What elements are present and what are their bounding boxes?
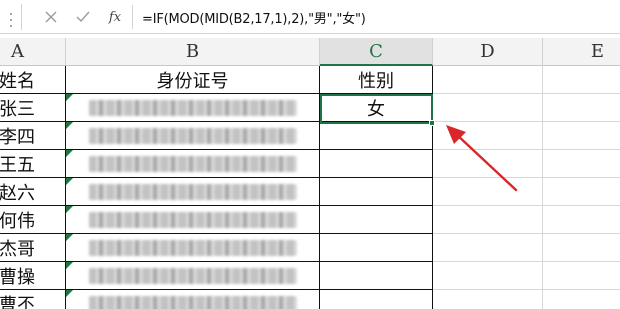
cell-d[interactable] bbox=[433, 290, 543, 309]
redacted-id-number bbox=[88, 239, 297, 256]
cell-id-number[interactable] bbox=[66, 234, 320, 262]
cell-gender[interactable] bbox=[320, 150, 433, 178]
redacted-id-number bbox=[88, 211, 297, 228]
formula-input[interactable]: =IF(MOD(MID(B2,17,1),2),"男","女") bbox=[142, 8, 366, 27]
cell-name[interactable]: 王五 bbox=[0, 150, 66, 178]
close-icon bbox=[45, 11, 57, 23]
cell-e[interactable] bbox=[543, 262, 620, 290]
cell-name[interactable]: 曹丕 bbox=[0, 290, 66, 309]
cell-gender[interactable] bbox=[320, 262, 433, 290]
name-box[interactable] bbox=[0, 4, 22, 30]
check-icon bbox=[76, 11, 90, 23]
error-indicator-icon bbox=[66, 262, 73, 269]
redacted-id-number bbox=[88, 267, 297, 284]
cell-e[interactable] bbox=[543, 234, 620, 262]
column-header-d[interactable]: D bbox=[433, 38, 543, 66]
insert-function-button[interactable]: fx bbox=[102, 6, 128, 28]
cancel-button[interactable] bbox=[38, 6, 64, 28]
column-header-c[interactable]: C bbox=[320, 38, 433, 66]
column-header-b[interactable]: B bbox=[66, 38, 320, 66]
error-indicator-icon bbox=[66, 234, 73, 241]
fx-icon: fx bbox=[108, 9, 122, 25]
table-row: 曹操 bbox=[0, 262, 620, 290]
table-row: 何伟 bbox=[0, 206, 620, 234]
cell-b1[interactable]: 身份证号 bbox=[66, 66, 320, 94]
cell-gender[interactable] bbox=[320, 206, 433, 234]
formula-bar: fx =IF(MOD(MID(B2,17,1),2),"男","女") bbox=[0, 0, 620, 34]
cell-e[interactable] bbox=[543, 290, 620, 309]
cell-e[interactable] bbox=[543, 206, 620, 234]
cell-c1[interactable]: 性别 bbox=[320, 66, 433, 94]
cell-gender[interactable] bbox=[320, 122, 433, 150]
cell-name[interactable]: 杰哥 bbox=[0, 234, 66, 262]
table-row: 张三 女 bbox=[0, 94, 620, 122]
table-row: 杰哥 bbox=[0, 234, 620, 262]
redacted-id-number bbox=[88, 183, 297, 200]
enter-button[interactable] bbox=[70, 6, 96, 28]
spreadsheet-grid: A B C D E 姓名 身份证号 性别 张三 女 李四 王五 赵六 何伟 杰哥… bbox=[0, 34, 620, 309]
cell-gender[interactable]: 女 bbox=[320, 94, 433, 122]
error-indicator-icon bbox=[66, 94, 73, 101]
cell-id-number[interactable] bbox=[66, 94, 320, 122]
cell-d[interactable] bbox=[433, 206, 543, 234]
cell-e[interactable] bbox=[543, 94, 620, 122]
cell-name[interactable]: 何伟 bbox=[0, 206, 66, 234]
cell-e[interactable] bbox=[543, 150, 620, 178]
redacted-id-number bbox=[88, 127, 297, 144]
cell-d1[interactable] bbox=[433, 66, 543, 94]
redacted-id-number bbox=[88, 99, 297, 116]
cell-id-number[interactable] bbox=[66, 206, 320, 234]
cell-id-number[interactable] bbox=[66, 178, 320, 206]
cell-gender[interactable] bbox=[320, 178, 433, 206]
error-indicator-icon bbox=[66, 206, 73, 213]
cell-a1[interactable]: 姓名 bbox=[0, 66, 66, 94]
cell-id-number[interactable] bbox=[66, 262, 320, 290]
cell-e[interactable] bbox=[543, 178, 620, 206]
redacted-id-number bbox=[88, 295, 297, 309]
table-header-row: 姓名 身份证号 性别 bbox=[0, 66, 620, 94]
error-indicator-icon bbox=[66, 150, 73, 157]
cell-gender[interactable] bbox=[320, 234, 433, 262]
formula-bar-divider bbox=[132, 5, 133, 29]
column-header-e[interactable]: E bbox=[543, 38, 620, 66]
cell-d[interactable] bbox=[433, 94, 543, 122]
cell-id-number[interactable] bbox=[66, 150, 320, 178]
redacted-id-number bbox=[88, 155, 297, 172]
cell-d[interactable] bbox=[433, 234, 543, 262]
error-indicator-icon bbox=[66, 290, 73, 297]
cell-id-number[interactable] bbox=[66, 290, 320, 309]
resize-dots-icon[interactable] bbox=[10, 13, 14, 29]
cell-e1[interactable] bbox=[543, 66, 620, 94]
error-indicator-icon bbox=[66, 178, 73, 185]
column-header-a[interactable]: A bbox=[0, 38, 66, 66]
cell-name[interactable]: 张三 bbox=[0, 94, 66, 122]
cell-name[interactable]: 赵六 bbox=[0, 178, 66, 206]
error-indicator-icon bbox=[66, 122, 73, 129]
cell-name[interactable]: 李四 bbox=[0, 122, 66, 150]
red-arrow-icon bbox=[446, 125, 518, 192]
cell-id-number[interactable] bbox=[66, 122, 320, 150]
cell-gender[interactable] bbox=[320, 290, 433, 309]
cell-name[interactable]: 曹操 bbox=[0, 262, 66, 290]
cell-e[interactable] bbox=[543, 122, 620, 150]
table-row: 曹丕 bbox=[0, 290, 620, 309]
fill-handle[interactable] bbox=[429, 120, 435, 126]
cell-d[interactable] bbox=[433, 262, 543, 290]
